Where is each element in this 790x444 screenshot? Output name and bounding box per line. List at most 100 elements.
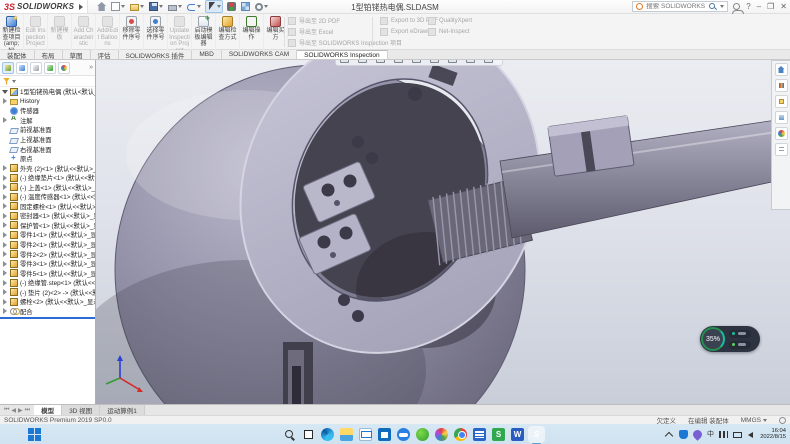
units-selector[interactable]: MMGS [741, 417, 767, 424]
tree-item[interactable]: 原点 [0, 154, 95, 164]
expand-icon[interactable] [2, 308, 8, 314]
dropdown-icon[interactable] [217, 5, 221, 8]
search-input[interactable] [646, 3, 706, 10]
tree-item[interactable]: 零件5<1> (默认<<默认>_显示状态 [0, 268, 95, 278]
expand-icon[interactable] [2, 203, 8, 209]
tray-shield-icon[interactable] [679, 430, 688, 439]
hide-show-items[interactable] [430, 60, 444, 63]
view-palette-icon[interactable] [775, 111, 788, 124]
minimize-button[interactable]: – [757, 2, 761, 11]
expand-icon[interactable] [2, 242, 8, 248]
expand-icon[interactable] [2, 175, 8, 181]
tree-item[interactable]: 螺栓<2> (默认<<默认>_显示状态 [0, 297, 95, 307]
photos-app-icon[interactable] [435, 428, 448, 441]
tree-item[interactable]: 传感器 [0, 106, 95, 116]
doc-tab-模型[interactable]: 模型 [34, 405, 62, 415]
launch-template-editor-button[interactable]: 启动模板编辑器 [192, 14, 216, 50]
tray-chevron-icon[interactable] [665, 430, 674, 439]
expand-icon[interactable] [2, 117, 8, 123]
taskbar-clock[interactable]: 16:04 2022/8/15 [760, 428, 786, 441]
tab-overflow-chevron[interactable]: » [89, 64, 93, 71]
filter-dropdown-icon[interactable] [12, 80, 16, 83]
status-options-icon[interactable] [779, 417, 786, 424]
tray-volume-icon[interactable] [747, 430, 756, 439]
new-document-icon[interactable] [110, 1, 126, 12]
ribbon-tab-solidworks-插件[interactable]: SOLIDWORKS 插件 [119, 50, 193, 59]
cad-model[interactable] [96, 60, 790, 404]
start-button[interactable] [28, 428, 41, 441]
select-icon[interactable] [205, 0, 223, 13]
solidworks-logo[interactable]: 3S SOLIDWORKS [0, 0, 88, 13]
file-explorer-pane-icon[interactable] [775, 95, 788, 108]
dropdown-icon[interactable] [178, 5, 182, 8]
cloud-app-icon[interactable] [397, 428, 410, 441]
new-inspection-project-button[interactable]: 新建检查项目 (amp;N) [0, 14, 24, 50]
expand-icon[interactable] [2, 270, 8, 276]
display-icon[interactable] [240, 1, 251, 12]
expand-icon[interactable] [2, 98, 8, 104]
green-app-icon[interactable] [416, 428, 429, 441]
edit-appearance[interactable] [448, 60, 462, 63]
edge-icon[interactable] [321, 428, 334, 441]
tree-item[interactable]: 零件2<2> (默认<<默认>_显示状态 [0, 249, 95, 259]
graphics-area[interactable]: 35% [96, 60, 790, 404]
expand-icon[interactable] [2, 299, 8, 305]
task-view-icon[interactable] [302, 428, 315, 441]
print-icon[interactable] [167, 2, 183, 12]
sign-in-icon[interactable] [733, 3, 740, 10]
tree-item[interactable]: 配合 [0, 307, 95, 317]
doc-tab-运动算例1[interactable]: 运动算例1 [100, 405, 145, 415]
tray-display-icon[interactable] [733, 432, 742, 438]
tree-item[interactable]: 密封器<1> (默认<<默认>_显示状 [0, 211, 95, 221]
tree-item[interactable]: 外壳 (2)<1> (默认<<默认>_显示状 [0, 163, 95, 173]
overlay-button-top[interactable] [729, 330, 751, 338]
reader-app-icon[interactable] [473, 428, 486, 441]
tree-item[interactable]: 保护管<1> (默认<<默认>_显示状 [0, 221, 95, 231]
edit-methods-button[interactable]: 编辑检查方式 [216, 14, 240, 50]
dropdown-icon[interactable] [197, 5, 201, 8]
tree-item[interactable]: (-) 绝缘管.step<1> (默认<<默认> [0, 278, 95, 288]
displaymanager-tab[interactable] [58, 62, 70, 74]
custom-properties-icon[interactable] [775, 143, 788, 156]
dimxpertmanager-tab[interactable] [44, 62, 56, 74]
remove-balloons-button[interactable]: 移除零件序号 [120, 14, 144, 50]
expand-icon[interactable] [2, 194, 8, 200]
dropdown-icon[interactable] [140, 5, 144, 8]
ribbon-tab-装配体[interactable]: 装配体 [0, 50, 35, 59]
tree-item[interactable]: 前视基准面 [0, 125, 95, 135]
dropdown-icon[interactable] [121, 5, 125, 8]
zoom-fit[interactable] [340, 60, 354, 63]
dropdown-icon[interactable] [264, 5, 268, 8]
expand-icon[interactable] [2, 232, 8, 238]
expand-icon[interactable] [2, 184, 8, 190]
expand-icon[interactable] [2, 280, 8, 286]
tray-ime[interactable]: 中 [707, 429, 714, 439]
tree-root[interactable]: 1型铂铑热电偶 (默认<默认_显示状态-1 [0, 87, 95, 97]
expand-icon[interactable] [2, 165, 8, 171]
screen-overlay-widget[interactable]: 35% [700, 326, 760, 352]
view-orientation[interactable] [394, 60, 408, 63]
display-style[interactable] [412, 60, 426, 63]
taskpane-home-icon[interactable] [775, 63, 788, 76]
tree-item[interactable]: 零件3<1> (默认<<默认>_显示状态 [0, 259, 95, 269]
tree-item[interactable]: 注解 [0, 116, 95, 126]
design-library-icon[interactable] [775, 79, 788, 92]
expand-icon[interactable] [2, 289, 8, 295]
expand-icon[interactable] [2, 213, 8, 219]
tree-item[interactable]: 右视基准面 [0, 144, 95, 154]
tree-item[interactable]: History [0, 97, 95, 107]
solidworks-app-icon[interactable]: S [530, 428, 543, 441]
edit-operations-button[interactable]: 编辑操作 [240, 14, 264, 50]
file-explorer-icon[interactable] [340, 428, 353, 441]
tray-apps-icon[interactable] [719, 431, 728, 438]
menu-flyout-icon[interactable] [79, 4, 83, 10]
tree-item[interactable]: (-) 上盖<1> (默认<<默认>_显示状 [0, 182, 95, 192]
mail-icon[interactable] [359, 428, 372, 441]
store-icon[interactable] [378, 428, 391, 441]
undo-icon[interactable] [186, 1, 202, 12]
tree-item[interactable]: (-) 温度传感器<1> (默认<<默认>_ [0, 192, 95, 202]
search-icon[interactable] [709, 3, 717, 11]
zoom-area[interactable] [358, 60, 372, 63]
rollback-bar[interactable] [0, 317, 95, 319]
expand-icon[interactable] [2, 261, 8, 267]
